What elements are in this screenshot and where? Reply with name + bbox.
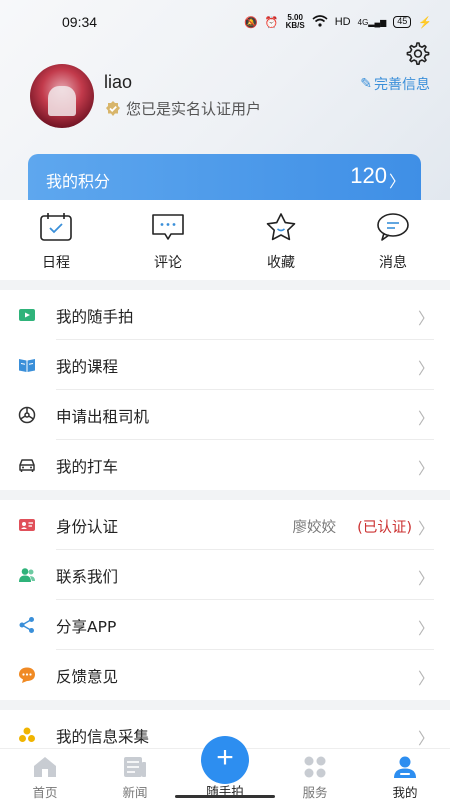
menu-item-identity-verification[interactable]: 身份认证 廖姣姣 (已认证) 〉: [0, 500, 450, 550]
avatar[interactable]: [30, 64, 94, 128]
chevron-right-icon: 〉: [417, 569, 434, 588]
profile-icon: [394, 756, 416, 778]
edit-profile-link[interactable]: ✎ 完善信息: [360, 74, 430, 94]
points-value: 120: [350, 163, 387, 188]
network-speed: 5.00 KB/S: [285, 13, 305, 30]
quick-action-label: 收藏: [267, 255, 295, 271]
collect-icon: [19, 727, 35, 742]
status-bar: 09:34 🔕 ⏰ 5.00 KB/S HD 4G▂▄▆ 45 ⚡: [0, 8, 450, 36]
nav-tab-home[interactable]: 首页: [15, 755, 75, 800]
message-icon: [377, 213, 409, 241]
chevron-right-icon: 〉: [417, 359, 434, 378]
snapshot-plus-button[interactable]: +: [201, 736, 249, 784]
share-icon: [19, 617, 34, 633]
status-time: 09:34: [62, 14, 98, 30]
id-card-icon: [19, 519, 35, 531]
settings-gear-icon[interactable]: [404, 40, 430, 66]
menu-item-feedback[interactable]: 反馈意见 〉: [0, 650, 450, 700]
quick-actions: 日程 评论 收藏 消息: [0, 200, 450, 280]
menu-section-personal: 我的随手拍 〉 我的课程 〉 申请出租司机 〉 我的打车 〉: [0, 290, 450, 490]
chevron-right-icon: 〉: [417, 409, 434, 428]
star-icon: [266, 213, 296, 241]
steering-wheel-icon: [18, 406, 36, 424]
menu-item-label: 申请出租司机: [56, 408, 150, 426]
chevron-right-icon: 〉: [417, 519, 434, 538]
nav-label: 服务: [302, 785, 328, 800]
verified-name: 廖姣姣: [292, 520, 337, 536]
points-card[interactable]: 我的积分 120 〉: [28, 154, 421, 202]
chevron-right-icon: 〉: [417, 309, 434, 328]
edit-profile-label: 完善信息: [374, 77, 430, 93]
calendar-icon: [40, 213, 72, 241]
nav-tab-mine[interactable]: 我的: [375, 755, 435, 800]
menu-item-my-courses[interactable]: 我的课程 〉: [0, 340, 450, 390]
nav-tab-service[interactable]: 服务: [285, 755, 345, 800]
nav-tab-news[interactable]: 新闻: [105, 755, 165, 800]
service-icon: [304, 756, 326, 778]
comment-icon: [152, 214, 184, 240]
wifi-icon: [312, 14, 328, 30]
video-icon: [19, 309, 35, 321]
profile-header: 09:34 🔕 ⏰ 5.00 KB/S HD 4G▂▄▆ 45 ⚡ liao 您已…: [0, 0, 450, 202]
mute-icon: 🔕: [244, 16, 258, 29]
alarm-icon: ⏰: [264, 16, 279, 29]
charging-icon: ⚡: [418, 16, 432, 29]
chevron-right-icon: 〉: [417, 669, 434, 688]
menu-item-label: 反馈意见: [56, 668, 119, 686]
menu-item-apply-driver[interactable]: 申请出租司机 〉: [0, 390, 450, 440]
pencil-icon: ✎: [360, 76, 372, 92]
menu-item-label: 我的课程: [56, 358, 119, 376]
menu-item-label: 身份认证: [56, 518, 119, 536]
plus-icon: +: [216, 741, 234, 774]
menu-item-share-app[interactable]: 分享APP 〉: [0, 600, 450, 650]
quick-action-label: 评论: [154, 255, 182, 271]
contacts-icon: [19, 568, 35, 582]
battery-icon: 45: [393, 16, 412, 28]
quick-action-label: 日程: [42, 255, 70, 271]
menu-item-label: 我的信息采集: [56, 728, 150, 746]
news-icon: [124, 757, 146, 777]
verified-text: 您已是实名认证用户: [126, 100, 262, 118]
verified-badge-icon: [106, 100, 120, 116]
menu-item-label: 我的随手拍: [56, 308, 134, 326]
quick-action-label: 消息: [379, 255, 407, 271]
quick-action-comments[interactable]: 评论: [138, 212, 198, 272]
book-icon: [19, 359, 35, 372]
chevron-right-icon: 〉: [417, 729, 434, 748]
quick-action-favorites[interactable]: 收藏: [251, 212, 311, 272]
home-indicator: [175, 795, 275, 798]
car-icon: [19, 459, 35, 472]
username: liao: [104, 72, 133, 92]
chevron-right-icon: 〉: [417, 619, 434, 638]
feedback-icon: [19, 667, 35, 683]
chevron-right-icon: 〉: [417, 459, 434, 478]
signal-icon: 4G▂▄▆: [357, 17, 387, 27]
home-icon: [34, 757, 56, 777]
menu-item-label: 我的打车: [56, 458, 119, 476]
points-label: 我的积分: [46, 172, 111, 191]
verified-status: 您已是实名认证用户: [104, 98, 261, 119]
menu-item-my-rides[interactable]: 我的打车 〉: [0, 440, 450, 490]
status-icons: 🔕 ⏰ 5.00 KB/S HD 4G▂▄▆ 45 ⚡: [244, 14, 432, 30]
menu-item-label: 联系我们: [56, 568, 119, 586]
menu-item-label: 分享APP: [56, 618, 117, 636]
network-type: HD: [334, 16, 351, 28]
quick-action-messages[interactable]: 消息: [363, 212, 423, 272]
quick-action-schedule[interactable]: 日程: [26, 212, 86, 272]
nav-label: 我的: [392, 785, 418, 800]
menu-section-account: 身份认证 廖姣姣 (已认证) 〉 联系我们 〉 分享APP 〉 反馈意见 〉: [0, 500, 450, 700]
chevron-right-icon: 〉: [388, 172, 405, 191]
nav-label: 新闻: [122, 785, 148, 800]
verification-status: (已认证): [357, 520, 412, 536]
menu-item-my-snapshots[interactable]: 我的随手拍 〉: [0, 290, 450, 340]
menu-item-contact-us[interactable]: 联系我们 〉: [0, 550, 450, 600]
nav-label: 首页: [32, 785, 58, 800]
